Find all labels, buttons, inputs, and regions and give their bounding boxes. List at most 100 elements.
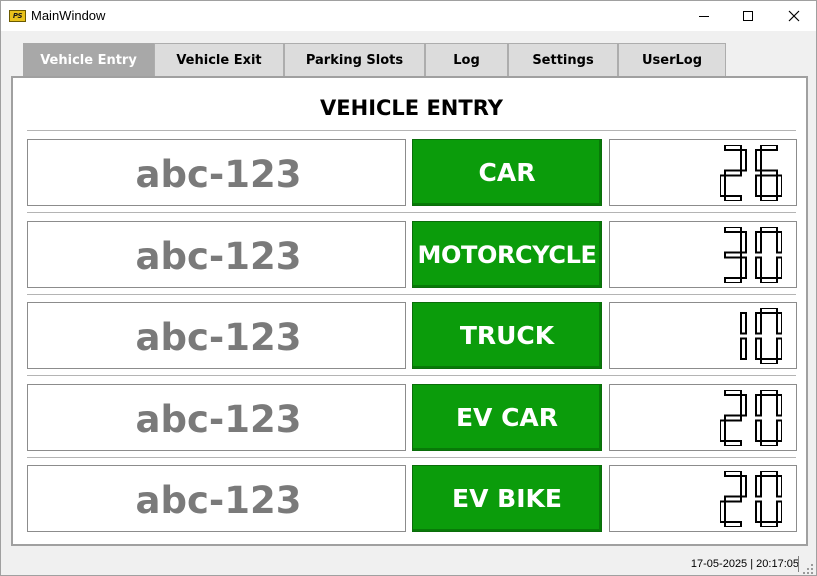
tab-vehicle-exit[interactable]: Vehicle Exit bbox=[154, 43, 284, 77]
lcd-segment bbox=[760, 277, 778, 283]
lcd-segment bbox=[755, 475, 762, 498]
tab-vehicle-entry[interactable]: Vehicle Entry bbox=[23, 43, 154, 77]
lcd-segment bbox=[760, 358, 778, 364]
tab-userlog[interactable]: UserLog bbox=[618, 43, 726, 77]
lcd-segment bbox=[740, 256, 747, 279]
vehicle-type-label: EV CAR bbox=[455, 403, 559, 432]
divider bbox=[27, 130, 796, 131]
vehicle-type-label: TRUCK bbox=[459, 321, 555, 350]
lcd-segment bbox=[776, 312, 782, 335]
lcd-segment bbox=[724, 145, 742, 151]
plate-text: abc-123 bbox=[135, 397, 302, 441]
lcd-segment bbox=[760, 471, 778, 477]
status-date: 17-05-2025 bbox=[690, 558, 748, 570]
lcd-segment bbox=[740, 337, 747, 360]
divider bbox=[27, 212, 796, 213]
vehicle-type-label: MOTORCYCLE bbox=[417, 240, 597, 269]
vehicle-type-button-motorcycle[interactable]: MOTORCYCLE bbox=[412, 221, 602, 288]
lcd-segment bbox=[755, 500, 762, 523]
vehicle-type-button-car[interactable]: CAR bbox=[412, 139, 602, 206]
lcd-segment bbox=[724, 471, 742, 477]
lcd-segment bbox=[760, 145, 778, 151]
vehicle-type-button-ev-car[interactable]: EV CAR bbox=[412, 384, 602, 451]
tab-log[interactable]: Log bbox=[425, 43, 508, 77]
tab-parking-slots[interactable]: Parking Slots bbox=[284, 43, 425, 77]
lcd-segment bbox=[755, 149, 762, 172]
lcd-segment bbox=[740, 231, 747, 254]
lcd-segment bbox=[755, 394, 762, 417]
lcd-counter-truck: 10 bbox=[609, 302, 797, 369]
lcd-counter-ev-bike: 20 bbox=[609, 465, 797, 532]
plate-display-truck: abc-123 bbox=[27, 302, 406, 369]
lcd-counter-motorcycle: 30 bbox=[609, 221, 797, 288]
tab-label: Parking Slots bbox=[305, 53, 404, 68]
status-datetime: 17-05-2025 | 20:17:05 bbox=[691, 558, 799, 570]
maximize-icon bbox=[743, 11, 753, 21]
divider bbox=[27, 375, 796, 376]
page-title: VEHICLE ENTRY bbox=[320, 96, 503, 120]
lcd-segment bbox=[776, 337, 782, 360]
vehicle-type-label: CAR bbox=[478, 158, 536, 187]
close-button[interactable] bbox=[771, 1, 817, 31]
lcd-segment bbox=[776, 500, 782, 523]
main-window: PS MainWindow Vehicle Entry Vehicle Exit… bbox=[0, 0, 817, 576]
lcd-counter-ev-car: 20 bbox=[609, 384, 797, 451]
lcd-segment bbox=[760, 440, 778, 446]
tab-label: UserLog bbox=[641, 53, 703, 68]
lcd-segment bbox=[776, 394, 782, 417]
tab-label: Settings bbox=[532, 53, 594, 68]
lcd-segment bbox=[724, 251, 742, 259]
lcd-segment bbox=[776, 419, 782, 442]
lcd-digits bbox=[720, 145, 782, 201]
lcd-segment bbox=[724, 169, 742, 177]
lcd-segment bbox=[755, 312, 762, 335]
close-icon bbox=[788, 10, 800, 22]
divider bbox=[27, 457, 796, 458]
plate-text: abc-123 bbox=[135, 234, 302, 278]
app-icon-label: PS bbox=[12, 12, 23, 20]
lcd-segment bbox=[724, 440, 742, 446]
lcd-segment bbox=[740, 312, 747, 335]
plate-display-motorcycle: abc-123 bbox=[27, 221, 406, 288]
divider bbox=[27, 294, 796, 295]
lcd-segment bbox=[724, 227, 742, 233]
lcd-counter-car: 26 bbox=[609, 139, 797, 206]
lcd-segment bbox=[740, 149, 747, 172]
tab-settings[interactable]: Settings bbox=[508, 43, 618, 77]
lcd-segment bbox=[740, 475, 747, 498]
lcd-segment bbox=[724, 495, 742, 503]
lcd-segment bbox=[760, 227, 778, 233]
vehicle-type-label: EV BIKE bbox=[452, 484, 562, 513]
lcd-segment bbox=[755, 337, 762, 360]
plate-text: abc-123 bbox=[135, 315, 302, 359]
lcd-digits bbox=[720, 390, 782, 446]
window-title: MainWindow bbox=[31, 8, 106, 23]
lcd-segment bbox=[724, 195, 742, 201]
lcd-digits bbox=[740, 308, 782, 364]
lcd-segment bbox=[724, 521, 742, 527]
plate-display-ev-bike: abc-123 bbox=[27, 465, 406, 532]
maximize-button[interactable] bbox=[725, 1, 771, 31]
vehicle-entry-panel: VEHICLE ENTRY abc-123 CAR 26 abc-123 MOT… bbox=[11, 76, 808, 546]
minimize-button[interactable] bbox=[681, 1, 727, 31]
lcd-segment bbox=[760, 195, 778, 201]
lcd-segment bbox=[755, 256, 762, 279]
lcd-segment bbox=[720, 500, 726, 523]
resize-grip-icon[interactable] bbox=[803, 564, 813, 574]
status-separator: | bbox=[747, 558, 757, 570]
lcd-segment bbox=[776, 475, 782, 498]
vehicle-type-button-truck[interactable]: TRUCK bbox=[412, 302, 602, 369]
vehicle-type-button-ev-bike[interactable]: EV BIKE bbox=[412, 465, 602, 532]
lcd-segment bbox=[776, 256, 782, 279]
title-bar[interactable]: PS MainWindow bbox=[1, 1, 816, 31]
tab-label: Vehicle Entry bbox=[40, 53, 137, 68]
lcd-segment bbox=[724, 390, 742, 396]
lcd-segment bbox=[776, 174, 782, 197]
lcd-digits bbox=[720, 471, 782, 527]
lcd-segment bbox=[720, 419, 726, 442]
lcd-segment bbox=[776, 231, 782, 254]
lcd-segment bbox=[720, 174, 726, 197]
minimize-icon bbox=[699, 15, 709, 17]
lcd-segment bbox=[760, 308, 778, 314]
plate-text: abc-123 bbox=[135, 152, 302, 196]
